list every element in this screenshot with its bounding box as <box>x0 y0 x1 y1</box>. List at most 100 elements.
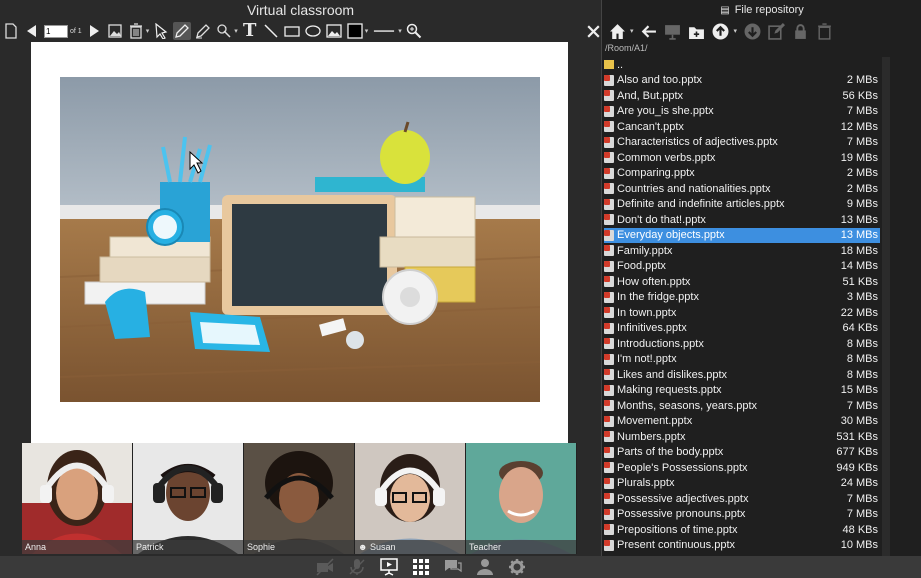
participants-icon[interactable] <box>475 558 495 576</box>
pencil-draw-icon[interactable] <box>173 22 192 40</box>
file-row[interactable]: Definite and indefinite articles.pptx 9 M… <box>604 197 880 213</box>
pptx-file-icon <box>604 214 614 226</box>
video-tile[interactable]: Teacher <box>466 443 577 554</box>
file-size: 531 KBs <box>836 430 878 443</box>
participant-video <box>244 443 354 554</box>
upload-dropdown-caret-icon[interactable]: ▾ <box>734 27 738 35</box>
file-row[interactable]: Months, seasons, years.pptx 7 MBs <box>604 398 880 414</box>
video-tile[interactable]: Anna <box>22 443 133 554</box>
file-row[interactable]: Movement.pptx 30 MBs <box>604 414 880 430</box>
file-row[interactable]: Food.pptx 14 MBs <box>604 259 880 275</box>
settings-gear-icon[interactable] <box>507 558 527 576</box>
ellipse-tool-icon[interactable] <box>304 22 322 40</box>
present-screen-icon[interactable] <box>664 22 682 40</box>
file-row[interactable]: Possessive adjectives.pptx 7 MBs <box>604 491 880 507</box>
delete-trash-icon[interactable] <box>127 22 145 40</box>
file-row[interactable]: Don't do that!.pptx 13 MBs <box>604 212 880 228</box>
file-size: 22 MBs <box>840 306 878 319</box>
new-folder-icon[interactable] <box>688 22 706 40</box>
previous-page-icon[interactable] <box>23 22 41 40</box>
pptx-file-icon <box>604 183 614 195</box>
video-tile[interactable]: ☻ Susan <box>355 443 466 554</box>
lock-icon[interactable] <box>791 22 809 40</box>
upload-icon[interactable] <box>712 22 730 40</box>
file-row[interactable]: Also and too.pptx 2 MBs <box>604 73 880 89</box>
file-row[interactable]: Everyday objects.pptx 13 MBs <box>604 227 880 243</box>
file-row[interactable]: I'm not!.pptx 8 MBs <box>604 352 880 368</box>
file-row[interactable]: People's Possessions.pptx 949 KBs <box>604 460 880 476</box>
file-name: Cancan't.pptx <box>617 120 684 133</box>
pointer-select-icon[interactable] <box>152 22 170 40</box>
file-row[interactable]: Infinitives.pptx 64 KBs <box>604 321 880 337</box>
bottom-toolbar <box>0 556 921 578</box>
edit-icon[interactable] <box>767 22 785 40</box>
delete-dropdown-caret-icon[interactable]: ▾ <box>146 27 150 35</box>
insert-image-icon[interactable] <box>106 22 124 40</box>
rectangle-tool-icon[interactable] <box>283 22 301 40</box>
whiteboard-canvas[interactable] <box>31 42 568 443</box>
home-icon[interactable] <box>608 22 626 40</box>
file-row[interactable]: In town.pptx 22 MBs <box>604 305 880 321</box>
file-size: 8 MBs <box>846 368 878 381</box>
file-row[interactable]: And, But.pptx 56 KBs <box>604 88 880 104</box>
pptx-file-icon <box>604 245 614 257</box>
file-row[interactable]: In the fridge.pptx 3 MBs <box>604 290 880 306</box>
pptx-file-icon <box>604 539 614 551</box>
chat-icon[interactable] <box>443 558 463 576</box>
classroom-objects-illustration <box>60 77 540 402</box>
file-row[interactable]: Prepositions of time.pptx 48 KBs <box>604 522 880 538</box>
line-style-dropdown-caret-icon[interactable]: ▾ <box>398 27 402 35</box>
file-row[interactable]: Countries and nationalities.pptx 2 MBs <box>604 181 880 197</box>
parent-folder-row[interactable]: .. <box>604 57 880 73</box>
file-row[interactable]: Parts of the body.pptx 677 KBs <box>604 445 880 461</box>
file-row[interactable]: Likes and dislikes.pptx 8 MBs <box>604 367 880 383</box>
file-row[interactable]: Are you_is she.pptx 7 MBs <box>604 104 880 120</box>
host-person-icon: ☻ <box>358 542 368 552</box>
camera-off-icon[interactable] <box>315 558 335 576</box>
image-tool-icon[interactable] <box>325 22 343 40</box>
file-name: Infinitives.pptx <box>617 322 687 335</box>
participant-name: Teacher <box>466 540 576 554</box>
file-row[interactable]: Plurals.pptx 24 MBs <box>604 476 880 492</box>
page-navigator: of 1 <box>44 24 82 38</box>
close-icon[interactable] <box>584 22 602 40</box>
file-row[interactable]: Comparing.pptx 2 MBs <box>604 166 880 182</box>
next-page-icon[interactable] <box>85 22 103 40</box>
file-row[interactable]: Common verbs.pptx 19 MBs <box>604 150 880 166</box>
microphone-off-icon[interactable] <box>347 558 367 576</box>
file-row[interactable]: Present continuous.pptx 10 MBs <box>604 538 880 554</box>
trash-icon[interactable] <box>815 22 833 40</box>
home-dropdown-caret-icon[interactable]: ▾ <box>630 27 634 35</box>
grid-layout-icon[interactable] <box>411 558 431 576</box>
file-name: Don't do that!.pptx <box>617 213 706 226</box>
back-arrow-icon[interactable] <box>640 22 658 40</box>
download-icon[interactable] <box>743 22 761 40</box>
line-tool-icon[interactable] <box>262 22 280 40</box>
file-name: Common verbs.pptx <box>617 151 716 164</box>
video-tile[interactable]: Patrick <box>133 443 244 554</box>
zoom-icon[interactable] <box>405 22 423 40</box>
page-number-input[interactable] <box>44 24 68 38</box>
pointer-dropdown-caret-icon[interactable]: ▾ <box>234 27 238 35</box>
color-picker-icon[interactable] <box>346 22 364 40</box>
file-list-scrollbar[interactable] <box>882 57 890 556</box>
color-dropdown-caret-icon[interactable]: ▾ <box>365 27 369 35</box>
file-row[interactable]: Numbers.pptx 531 KBs <box>604 429 880 445</box>
file-row[interactable]: How often.pptx 51 KBs <box>604 274 880 290</box>
highlighter-icon[interactable] <box>194 22 212 40</box>
video-tile[interactable]: Sophie <box>244 443 355 554</box>
file-name: And, But.pptx <box>617 89 684 102</box>
laser-pointer-icon[interactable] <box>215 22 233 40</box>
file-row[interactable]: Possessive pronouns.pptx 7 MBs <box>604 507 880 523</box>
file-row[interactable]: Making requests.pptx 15 MBs <box>604 383 880 399</box>
file-row[interactable]: Introductions.pptx 8 MBs <box>604 336 880 352</box>
page-count-label: of 1 <box>70 27 82 35</box>
line-style-icon[interactable] <box>371 22 397 40</box>
presentation-mode-icon[interactable] <box>379 558 399 576</box>
file-row[interactable]: Characteristics of adjectives.pptx 7 MBs <box>604 135 880 151</box>
file-row[interactable]: Family.pptx 18 MBs <box>604 243 880 259</box>
participant-video <box>355 443 465 554</box>
new-page-icon[interactable] <box>2 22 20 40</box>
file-row[interactable]: Cancan't.pptx 12 MBs <box>604 119 880 135</box>
text-tool-icon[interactable]: T <box>241 22 259 40</box>
